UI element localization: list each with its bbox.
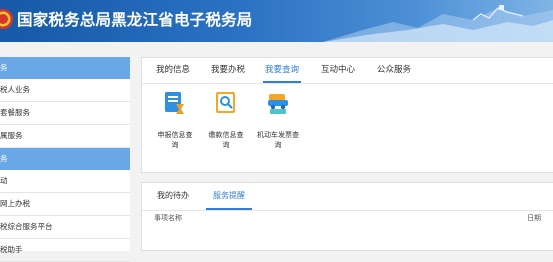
site-header: 国家税务总局黑龙江省电子税务局 — [0, 0, 553, 42]
tab-public-service[interactable]: 公众服务 — [376, 58, 412, 83]
tile-label: 缴款信息查询 — [208, 131, 244, 149]
sidebar-item-label: 务 — [0, 63, 8, 72]
sidebar-item-package-service[interactable]: 套餐服务 — [0, 102, 130, 125]
tile-label: 机动车发票查询 — [257, 131, 299, 149]
tab-my-info[interactable]: 我的信息 — [156, 58, 190, 83]
tile-vehicle-invoice-query[interactable]: 机动车发票查询 — [255, 90, 301, 150]
sidebar: 务 税人业务 套餐服务 属服务 务 动 网上办税 税综合服务平台 税助手 — [0, 57, 130, 262]
query-panel: 我的信息 我要办税 我要查询 互动中心 公众服务 申报信息查询 缴款信息查询 机… — [141, 57, 553, 173]
todo-panel: 我的待办 服务提醒 事项名称 日期 — [141, 182, 553, 251]
sidebar-item-online-tax[interactable]: 网上办税 — [0, 193, 130, 216]
sidebar-item-label: 务 — [0, 154, 8, 163]
tab-my-todo[interactable]: 我的待办 — [156, 183, 190, 210]
national-emblem-icon — [0, 9, 13, 29]
tab-interaction-center[interactable]: 互动中心 — [320, 58, 356, 83]
tab-tax-handling[interactable]: 我要办税 — [210, 58, 246, 83]
tab-service-reminder[interactable]: 服务提醒 — [206, 183, 252, 210]
sidebar-item-label: 动 — [0, 176, 8, 185]
sidebar-item-label: 套餐服务 — [0, 108, 30, 117]
sidebar-item-label: 税综合服务平台 — [0, 222, 53, 231]
table-header: 事项名称 日期 — [142, 213, 553, 229]
report-search-icon — [165, 92, 184, 114]
main-tabbar: 我的信息 我要办税 我要查询 互动中心 公众服务 — [142, 58, 553, 84]
column-header-date: 日期 — [527, 214, 541, 222]
lower-tabbar: 我的待办 服务提醒 — [142, 183, 553, 211]
sidebar-item-activity[interactable]: 动 — [0, 170, 130, 193]
sidebar-item-taxpayer-business[interactable]: 税人业务 — [0, 79, 130, 102]
sidebar-item-label: 税助手 — [0, 245, 23, 254]
site-title: 国家税务总局黑龙江省电子税务局 — [17, 11, 253, 29]
tile-payment-query[interactable]: 缴款信息查询 — [203, 90, 249, 150]
sidebar-category-tax-business[interactable]: 务 — [0, 57, 130, 79]
vehicle-invoice-icon — [268, 94, 288, 114]
sidebar-item-dedicated-service[interactable]: 属服务 — [0, 125, 130, 148]
sidebar-item-tax-platform[interactable]: 税综合服务平台 — [0, 216, 130, 239]
sidebar-item-label: 属服务 — [0, 131, 23, 140]
great-wall-banner-image — [323, 5, 553, 42]
tile-label: 申报信息查询 — [157, 131, 193, 149]
tab-query[interactable]: 我要查询 — [263, 58, 301, 83]
sidebar-item-label: 网上办税 — [0, 199, 30, 208]
tile-report-query[interactable]: 申报信息查询 — [152, 90, 198, 150]
payment-search-icon — [216, 92, 235, 113]
column-header-item-name: 事项名称 — [154, 214, 182, 222]
sidebar-item-label: 税人业务 — [0, 85, 30, 94]
sidebar-category-service[interactable]: 务 — [0, 148, 130, 170]
